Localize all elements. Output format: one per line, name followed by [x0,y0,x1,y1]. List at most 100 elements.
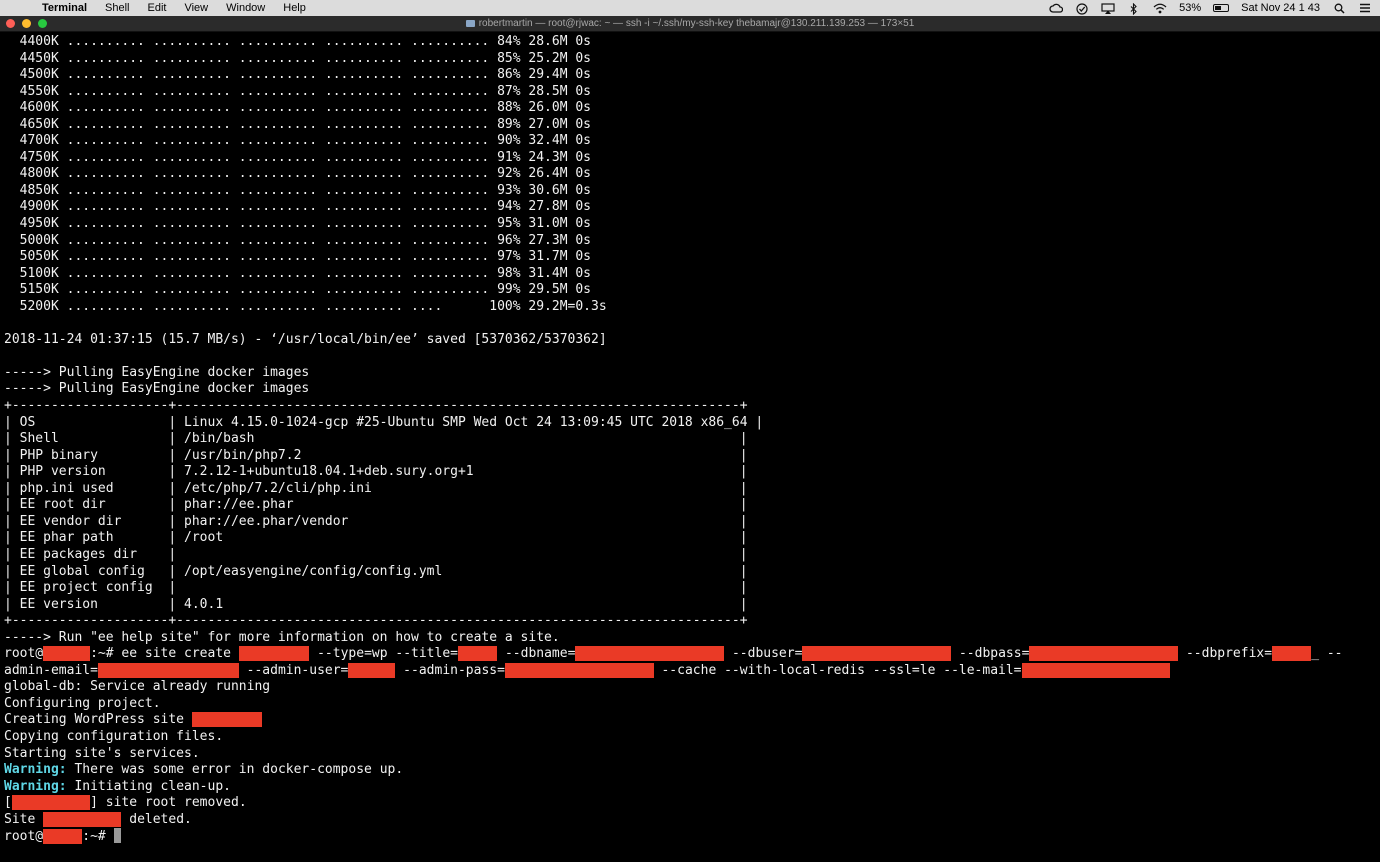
terminal-text: Creating WordPress site [4,712,192,728]
terminal-line: 4550K .......... .......... .......... .… [4,84,1376,101]
creative-cloud-icon[interactable] [1049,3,1064,14]
terminal-text: | PHP version | 7.2.12-1+ubuntu18.04.1+d… [4,464,748,480]
terminal-text: | EE vendor dir | phar://ee.phar/vendor … [4,513,748,529]
terminal-line: | EE global config | /opt/easyengine/con… [4,564,1376,581]
menu-item-terminal[interactable]: Terminal [42,2,87,14]
terminal-text: | Shell | /bin/bash | [4,431,748,447]
terminal-line: 5200K .......... .......... .......... .… [4,299,1376,316]
terminal-text: 4600K .......... .......... .......... .… [4,100,591,116]
wifi-icon[interactable] [1153,3,1167,14]
terminal-line: root@ :~# [4,828,1376,845]
battery-level-fill [1215,6,1222,10]
terminal-text: --admin-user= [238,662,349,678]
terminal-text: Initiating clean-up. [66,778,231,794]
terminal-text: --dbuser= [724,646,803,662]
terminal-text: [ [4,795,12,811]
terminal-text: :~# [82,829,114,845]
terminal-line: | EE phar path | /root | [4,530,1376,547]
menu-item-edit[interactable]: Edit [148,2,167,14]
terminal-text: +--------------------+------------------… [4,613,748,629]
warning-label: Warning: [4,762,67,778]
terminal-line: 4450K .......... .......... .......... .… [4,51,1376,68]
menu-bar-left: Terminal Shell Edit View Window Help [0,2,1049,14]
terminal-line: | EE packages dir | | [4,547,1376,564]
terminal-text: 4400K .......... .......... .......... .… [4,34,591,49]
menu-item-view[interactable]: View [184,2,208,14]
terminal-output[interactable]: 4400K .......... .......... .......... .… [4,34,1376,860]
terminal-text: | EE packages dir | | [4,546,748,562]
terminal-text: ] site root removed. [90,795,247,811]
terminal-line: 4600K .......... .......... .......... .… [4,100,1376,117]
folder-icon [465,20,475,27]
terminal-line: global-db: Service already running [4,679,1376,696]
terminal-line: | EE version | 4.0.1 | [4,597,1376,614]
terminal-text: | OS | Linux 4.15.0-1024-gcp #25-Ubuntu … [4,414,764,430]
terminal-line: 4750K .......... .......... .......... .… [4,150,1376,167]
redaction-block [43,811,122,827]
terminal-line: -----> Pulling EasyEngine docker images [4,365,1376,382]
menu-bar: Terminal Shell Edit View Window Help 53%… [0,0,1380,16]
terminal-line: 2018-11-24 01:37:15 (15.7 MB/s) - ‘/usr/… [4,332,1376,349]
spotlight-icon[interactable] [1332,3,1346,14]
menu-item-help[interactable]: Help [283,2,306,14]
menu-item-shell[interactable]: Shell [105,2,129,14]
terminal-line: admin-email= --admin-user= --admin-pass=… [4,662,1376,680]
menu-item-window[interactable]: Window [226,2,265,14]
terminal-text: global-db: Service already running [4,679,271,695]
redaction-block [238,646,310,662]
terminal-line: +--------------------+------------------… [4,398,1376,415]
terminal-text: 4550K .......... .......... .......... .… [4,83,591,99]
terminal-text: -----> Pulling EasyEngine docker images [4,364,310,380]
terminal-text: | php.ini used | /etc/php/7.2/cli/php.in… [4,480,748,496]
window-title-bar[interactable]: robertmartin — root@rjwac: ~ — ssh -i ~/… [0,16,1380,32]
terminal-line: 4800K .......... .......... .......... .… [4,166,1376,183]
terminal-line: | php.ini used | /etc/php/7.2/cli/php.in… [4,481,1376,498]
terminal-text: 4900K .......... .......... .......... .… [4,199,591,215]
check-icon[interactable] [1075,2,1089,15]
redaction-block [504,662,654,678]
terminal-line: 5100K .......... .......... .......... .… [4,266,1376,283]
terminal-line: 4850K .......... .......... .......... .… [4,183,1376,200]
terminal-line: 4900K .......... .......... .......... .… [4,199,1376,216]
terminal-line: | EE project config | | [4,580,1376,597]
terminal-line: Site deleted. [4,811,1376,829]
terminal-text: 4950K .......... .......... .......... .… [4,216,591,232]
terminal-line: Configuring project. [4,696,1376,713]
warning-label: Warning: [4,778,67,794]
terminal-line: 5050K .......... .......... .......... .… [4,249,1376,266]
terminal-line: | OS | Linux 4.15.0-1024-gcp #25-Ubuntu … [4,415,1376,432]
redaction-block [348,662,396,678]
redaction-block [458,646,498,662]
terminal-text: -----> Pulling EasyEngine docker images [4,381,310,397]
terminal-line: +--------------------+------------------… [4,613,1376,630]
terminal-text: --type=wp --title= [309,646,458,662]
terminal-text: --dbname= [497,646,576,662]
terminal-text: | EE phar path | /root | [4,530,748,546]
bluetooth-icon[interactable] [1127,2,1141,15]
redaction-block [43,829,83,845]
terminal-text: Configuring project. [4,695,161,711]
terminal-text: | EE root dir | phar://ee.phar | [4,497,748,513]
terminal-text: deleted. [121,811,192,827]
terminal-line: 4400K .......... .......... .......... .… [4,34,1376,51]
terminal-text: root@ [4,646,44,662]
battery-percent: 53% [1179,2,1202,14]
terminal-line: root@ :~# ee site create --type=wp --tit… [4,646,1376,663]
terminal-text: 5050K .......... .......... .......... .… [4,249,591,265]
airplay-icon[interactable] [1101,2,1115,14]
terminal-text: admin-email= [4,662,98,678]
terminal-text: 5150K .......... .......... .......... .… [4,282,591,298]
terminal-line: | Shell | /bin/bash | [4,431,1376,448]
terminal-text: 2018-11-24 01:37:15 (15.7 MB/s) - ‘/usr/… [4,331,607,347]
terminal-cursor [113,828,121,844]
terminal-text: 5000K .......... .......... .......... .… [4,232,591,248]
notification-center-icon[interactable] [1358,3,1372,14]
menu-clock[interactable]: Sat Nov 24 1 43 [1241,2,1320,14]
terminal-line: Copying configuration files. [4,729,1376,746]
terminal-line: | EE root dir | phar://ee.phar | [4,497,1376,514]
terminal-line: 4700K .......... .......... .......... .… [4,133,1376,150]
battery-icon[interactable] [1213,4,1230,12]
redaction-block [97,662,239,678]
redaction-block [802,646,952,662]
redaction-block [191,712,263,728]
